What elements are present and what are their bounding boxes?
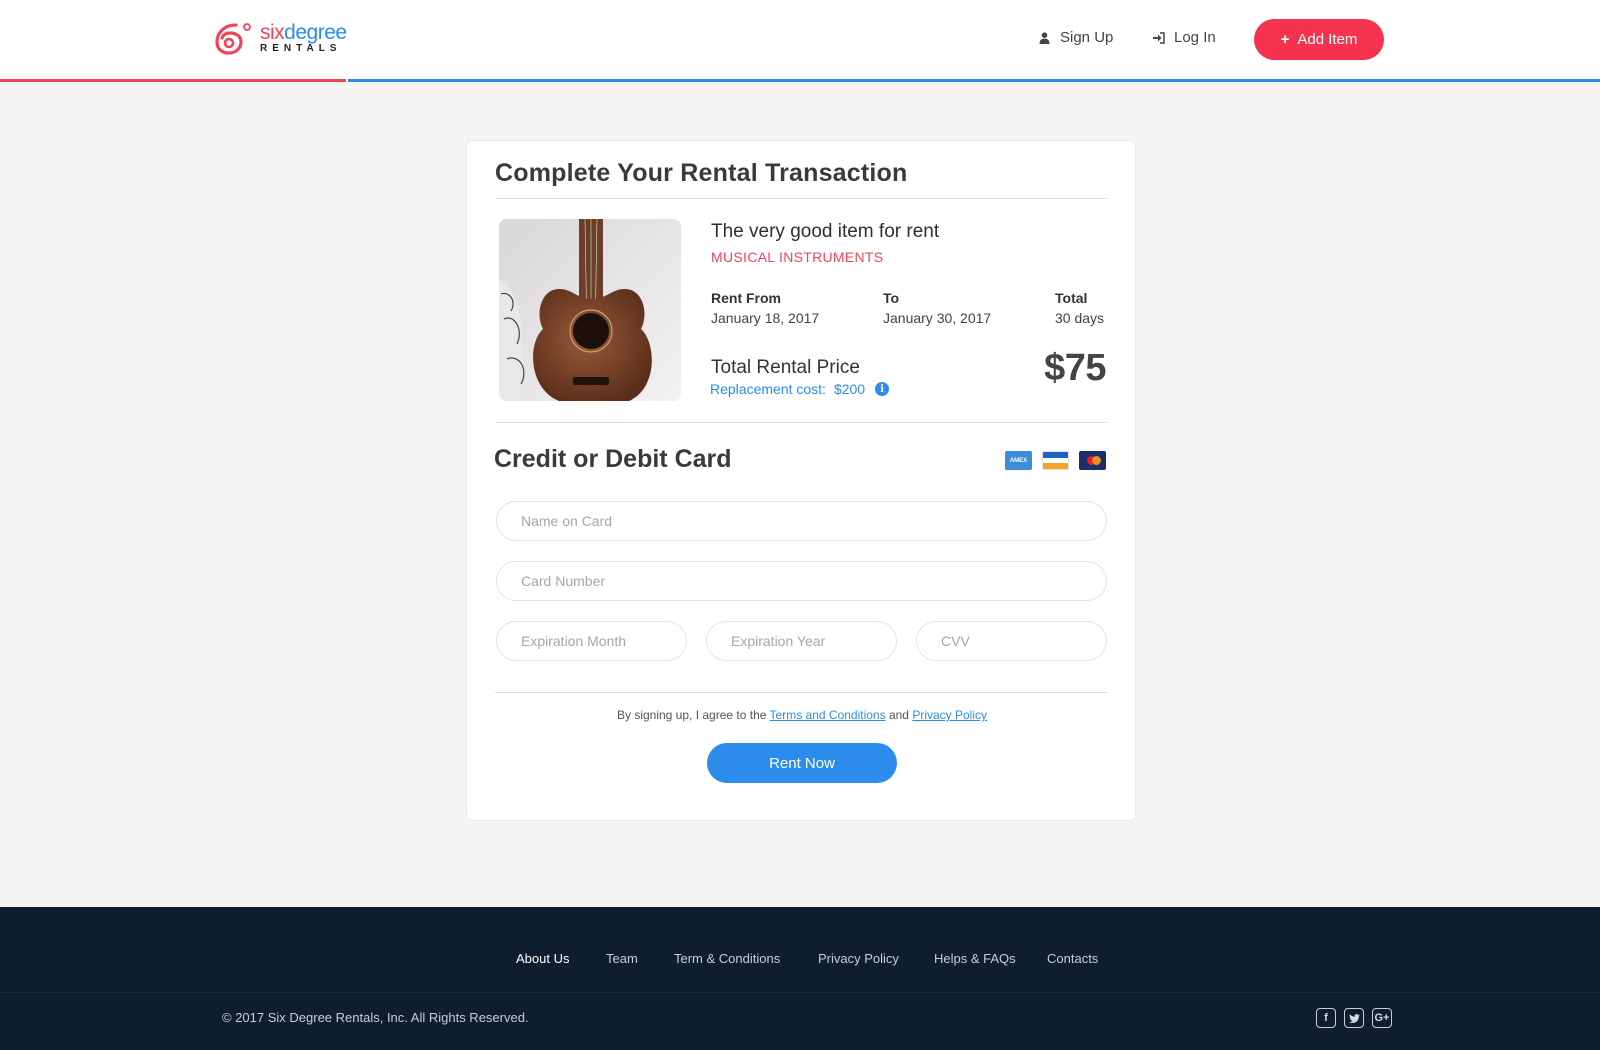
amex-card-icon: AMEX: [1005, 451, 1032, 470]
mastercard-icon: [1079, 451, 1106, 470]
rent-from-label: Rent From: [711, 290, 781, 306]
signup-link[interactable]: Sign Up: [1037, 29, 1113, 46]
logo-subtitle: RENTALS: [260, 43, 342, 54]
add-item-button[interactable]: + Add Item: [1254, 19, 1384, 60]
signup-label: Sign Up: [1060, 29, 1114, 46]
logo-text: sixdegree RENTALS: [260, 22, 347, 54]
sign-in-icon: [1151, 31, 1165, 45]
logo-mark-icon: [214, 21, 252, 55]
user-icon: [1037, 31, 1051, 45]
rent-to-label: To: [883, 290, 900, 306]
site-header: sixdegree RENTALS Sign Up Log In + Add I…: [0, 0, 1600, 82]
total-price: $75: [1044, 347, 1106, 389]
footer-link-team[interactable]: Team: [606, 951, 638, 966]
footer-link-privacy[interactable]: Privacy Policy: [818, 951, 899, 966]
acoustic-guitar-image: [499, 219, 681, 401]
site-logo[interactable]: sixdegree RENTALS: [214, 20, 347, 56]
logo-word-degree: degree: [284, 21, 347, 44]
header-accent-blue: [348, 79, 1600, 82]
terms-and: and: [888, 708, 909, 722]
copyright-text: © 2017 Six Degree Rentals, Inc. All Righ…: [222, 1010, 529, 1025]
facebook-icon[interactable]: f: [1316, 1008, 1336, 1028]
add-item-label: Add Item: [1297, 31, 1358, 48]
total-days-value: 30 days: [1055, 310, 1105, 326]
footer-link-about[interactable]: About Us: [516, 951, 569, 966]
item-category[interactable]: MUSICAL INSTRUMENTS: [711, 249, 883, 265]
visa-card-icon: [1042, 451, 1069, 470]
site-footer: About Us Team Term & Conditions Privacy …: [0, 907, 1600, 1050]
header-accent-red: [0, 79, 346, 82]
footer-link-terms[interactable]: Term & Conditions: [674, 951, 780, 966]
info-icon[interactable]: i: [875, 382, 890, 396]
item-title: The very good item for rent: [711, 221, 940, 242]
logo-wordmark: sixdegree: [260, 22, 347, 43]
item-photo: [499, 219, 681, 401]
expiration-month-field[interactable]: [496, 621, 687, 661]
summary-divider: [495, 422, 1107, 423]
page-title: Complete Your Rental Transaction: [495, 159, 908, 187]
payment-section-title: Credit or Debit Card: [494, 445, 732, 473]
plus-icon: +: [1280, 31, 1290, 48]
total-days-label: Total: [1055, 290, 1088, 306]
terms-link[interactable]: Terms and Conditions: [770, 708, 886, 722]
footer-divider: [0, 992, 1600, 993]
expiration-year-field[interactable]: [706, 621, 897, 661]
terms-prefix: By signing up, I agree to the: [616, 708, 767, 722]
login-link[interactable]: Log In: [1151, 29, 1216, 46]
name-on-card-field[interactable]: [496, 501, 1107, 541]
twitter-icon[interactable]: [1344, 1008, 1364, 1028]
terms-notice: By signing up, I agree to the Terms and …: [467, 708, 1137, 722]
cvv-field[interactable]: [916, 621, 1107, 661]
accepted-cards: AMEX: [1005, 451, 1106, 470]
logo-word-six: six: [260, 21, 285, 44]
rent-to-value: January 30, 2017: [883, 310, 992, 326]
total-rental-price-label: Total Rental Price: [711, 357, 860, 378]
privacy-policy-link[interactable]: Privacy Policy: [912, 708, 987, 722]
footer-link-contacts[interactable]: Contacts: [1047, 951, 1098, 966]
replacement-cost-amount: $200: [833, 381, 866, 397]
footer-link-faqs[interactable]: Helps & FAQs: [934, 951, 1016, 966]
replacement-cost-label: Replacement cost:: [710, 381, 826, 397]
rental-transaction-card: Complete Your Rental Transaction The ver…: [466, 140, 1136, 821]
rent-now-button[interactable]: Rent Now: [707, 743, 897, 783]
form-divider: [495, 692, 1107, 693]
replacement-cost: Replacement cost: $200 i: [710, 381, 890, 397]
title-divider: [495, 198, 1107, 199]
login-label: Log In: [1174, 29, 1216, 46]
card-number-field[interactable]: [496, 561, 1107, 601]
rent-from-value: January 18, 2017: [711, 310, 820, 326]
google-plus-icon[interactable]: G+: [1372, 1008, 1392, 1028]
